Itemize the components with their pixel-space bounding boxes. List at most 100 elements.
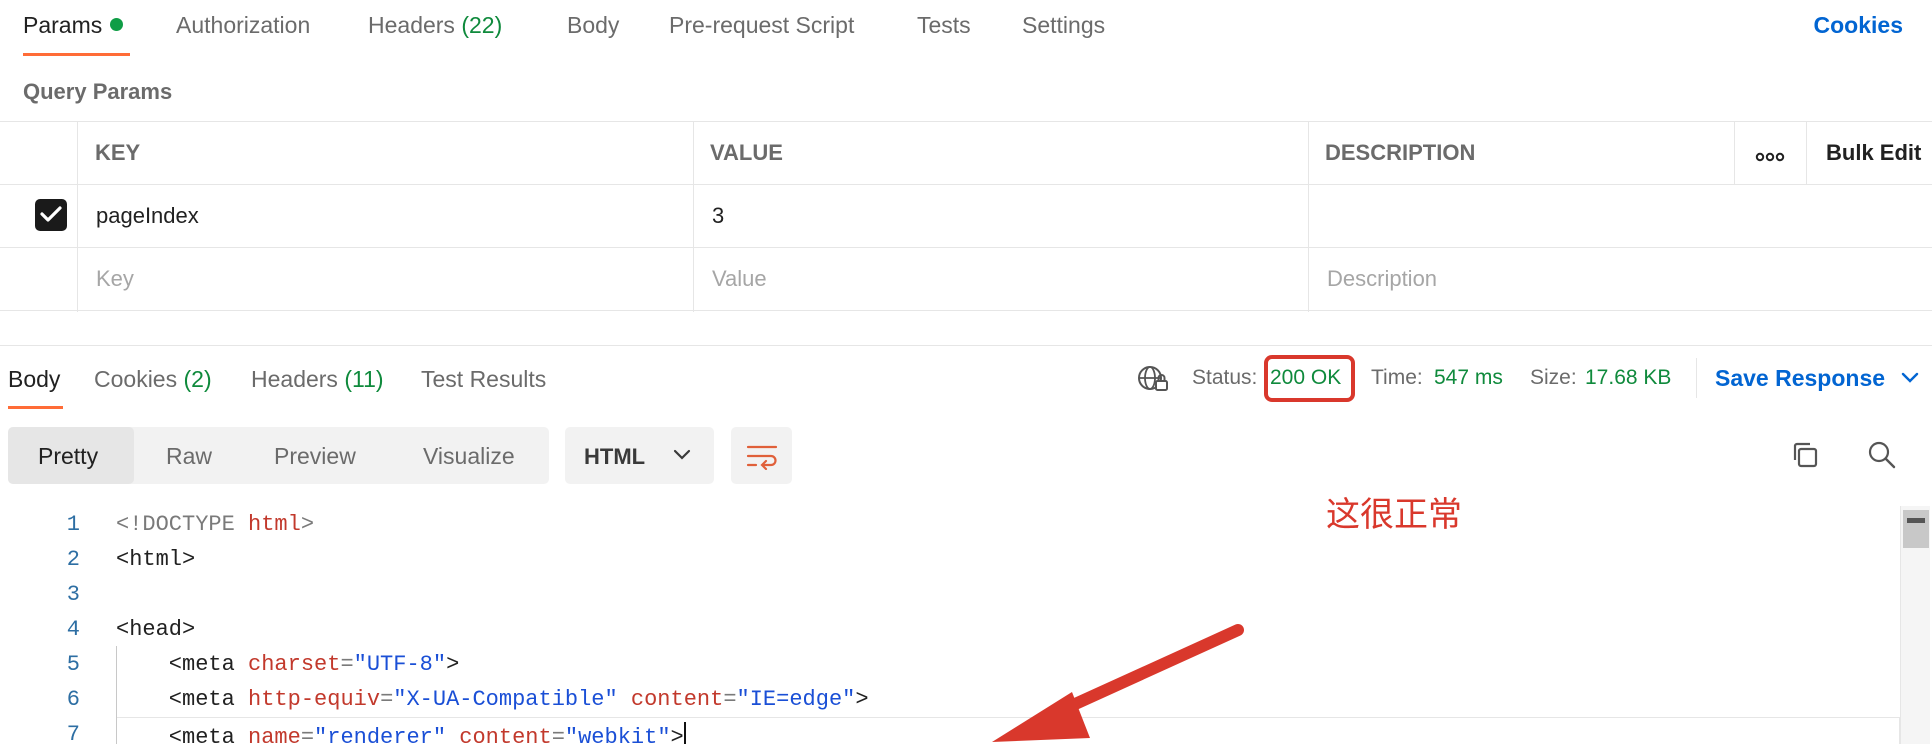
bulk-edit-button[interactable]: Bulk Edit	[1826, 140, 1921, 166]
header-value: VALUE	[710, 140, 783, 165]
code-line: <head>	[116, 617, 195, 642]
code-token: "webkit"	[564, 725, 671, 744]
code-token: =	[340, 652, 354, 677]
more-options-icon[interactable]	[1755, 149, 1785, 167]
tab-params[interactable]: Params	[23, 12, 124, 39]
status-divider	[1696, 358, 1697, 398]
code-line: <meta name="renderer" content="webkit">	[116, 722, 686, 744]
line-number: 3	[66, 582, 80, 607]
scrollbar-position-marker	[1907, 518, 1925, 523]
tab-headers[interactable]: Headers (22)	[368, 12, 502, 39]
code-token: <head>	[116, 617, 196, 642]
annotation-text: 这很正常	[1326, 495, 1462, 535]
editor-scrollbar-thumb[interactable]	[1903, 510, 1929, 548]
code-line: <meta http-equiv="X-UA-Compatible" conte…	[116, 687, 869, 712]
code-token: name	[248, 725, 301, 744]
tab-tests[interactable]: Tests	[917, 12, 971, 39]
code-token: >	[670, 725, 684, 744]
code-token: =	[551, 725, 565, 744]
header-description: DESCRIPTION	[1325, 140, 1476, 165]
line-number: 7	[66, 722, 80, 744]
copy-icon[interactable]	[1790, 440, 1820, 475]
chevron-down-icon	[1902, 372, 1919, 383]
table-row: pageIndex 3	[0, 185, 1932, 248]
description-placeholder-input[interactable]: Description	[1327, 266, 1437, 292]
cookies-link[interactable]: Cookies	[1814, 12, 1903, 39]
param-enabled-checkbox[interactable]	[35, 199, 67, 231]
line-number: 4	[66, 617, 80, 642]
size-value: 17.68 KB	[1585, 366, 1672, 389]
view-mode-preview[interactable]: Preview	[274, 443, 356, 470]
tab-authorization[interactable]: Authorization	[176, 12, 310, 39]
active-tab-indicator	[23, 53, 130, 56]
value-placeholder-input[interactable]: Value	[712, 266, 767, 292]
code-token: =	[300, 725, 315, 744]
globe-lock-icon[interactable]	[1136, 364, 1170, 399]
code-token: <meta	[116, 652, 249, 677]
annotation-highlight-box	[1264, 355, 1355, 402]
line-number: 1	[66, 512, 80, 537]
code-token: >	[300, 512, 315, 537]
code-token: "UTF-8"	[353, 652, 447, 677]
code-line: <!DOCTYPE html>	[116, 512, 314, 537]
word-wrap-icon	[746, 445, 778, 470]
word-wrap-button[interactable]	[731, 427, 792, 484]
code-token: "renderer"	[314, 725, 447, 744]
header-key: KEY	[95, 140, 141, 165]
table-row-empty: Key Value Description	[0, 248, 1932, 311]
tab-pre-request-script[interactable]: Pre-request Script	[669, 12, 854, 39]
code-token: <html>	[116, 547, 196, 572]
tab-settings[interactable]: Settings	[1022, 12, 1105, 39]
line-number: 5	[66, 652, 80, 677]
code-token: "X-UA-Compatible"	[393, 687, 618, 712]
params-active-dot	[110, 18, 124, 31]
query-params-table: KEY VALUE DESCRIPTION Bulk Edit pageInde…	[0, 121, 1932, 312]
param-key-cell[interactable]: pageIndex	[96, 203, 199, 229]
tab-body[interactable]: Body	[567, 12, 619, 39]
response-tab-test-results[interactable]: Test Results	[421, 366, 546, 393]
status-label: Status:	[1192, 366, 1258, 389]
code-token: html	[248, 512, 301, 537]
table-header-row: KEY VALUE DESCRIPTION Bulk Edit	[0, 122, 1932, 185]
line-number: 2	[66, 547, 80, 572]
response-body-editor[interactable]: 1 2 3 4 5 6 7 <!DOCTYPE html> <html> <head…	[0, 506, 1932, 744]
panel-divider	[0, 312, 1932, 346]
code-token: <meta	[116, 687, 249, 712]
language-select-value: HTML	[584, 444, 646, 469]
code-token: "IE=edge"	[736, 687, 856, 712]
code-token: charset	[248, 652, 341, 677]
code-line: <html>	[116, 547, 195, 572]
code-token: =	[380, 687, 394, 712]
request-tabs: Params Authorization Headers (22) Body P…	[0, 0, 1932, 60]
text-cursor	[683, 722, 686, 744]
view-mode-visualize[interactable]: Visualize	[423, 443, 515, 470]
response-tab-body[interactable]: Body	[8, 366, 60, 393]
code-token: <!DOCTYPE	[116, 512, 249, 537]
view-mode-pretty[interactable]: Pretty	[38, 443, 98, 470]
code-line: <meta charset="UTF-8">	[116, 652, 459, 677]
view-mode-raw[interactable]: Raw	[166, 443, 212, 470]
code-token: =	[723, 687, 737, 712]
code-token: <meta	[116, 725, 249, 744]
key-placeholder-input[interactable]: Key	[96, 266, 134, 292]
search-icon[interactable]	[1867, 440, 1897, 475]
line-number: 6	[66, 687, 80, 712]
save-response-button[interactable]: Save Response	[1715, 365, 1919, 392]
code-token: >	[855, 687, 869, 712]
response-tab-cookies[interactable]: Cookies (2)	[94, 366, 212, 393]
chevron-down-icon	[673, 449, 691, 460]
query-params-title: Query Params	[23, 79, 173, 104]
param-value-cell[interactable]: 3	[712, 203, 724, 229]
active-response-tab-indicator	[8, 406, 63, 409]
view-mode-segmented-control: Pretty Raw Preview Visualize	[8, 427, 549, 484]
code-token: content	[459, 725, 552, 744]
code-token: content	[630, 687, 724, 712]
time-label: Time:	[1371, 366, 1423, 389]
size-label: Size:	[1530, 366, 1577, 389]
time-value: 547 ms	[1434, 366, 1503, 389]
code-token: http-equiv	[248, 687, 381, 712]
response-tab-headers[interactable]: Headers (11)	[251, 366, 384, 393]
language-select[interactable]: HTML	[565, 427, 714, 484]
